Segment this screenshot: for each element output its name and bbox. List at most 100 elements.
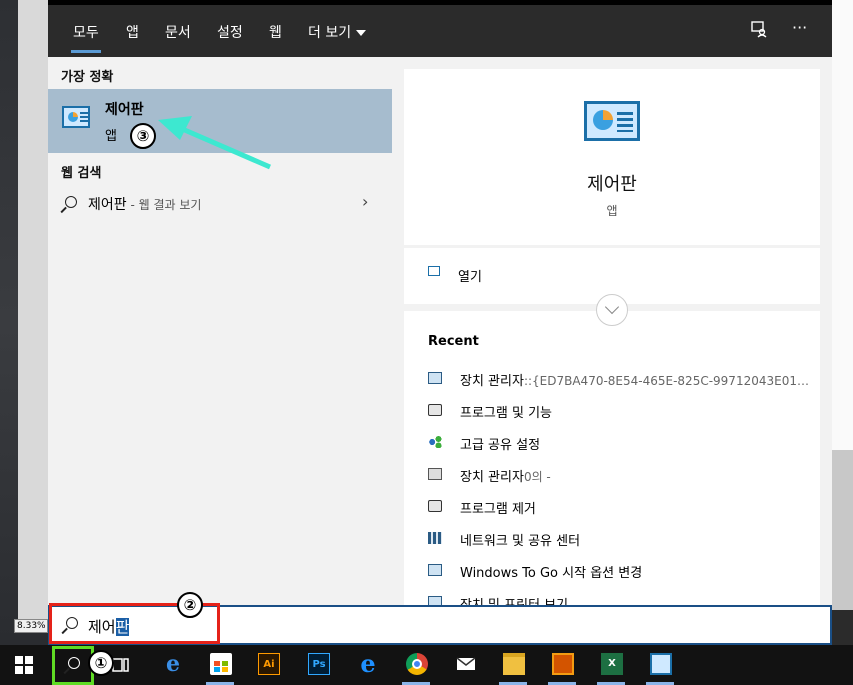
mail-taskbar-button[interactable]: [441, 645, 489, 685]
recent-item-label: 장치 및 프린터 보기: [460, 594, 568, 605]
device-manager-icon: [428, 372, 442, 384]
recent-item-label: 장치 관리자: [460, 470, 524, 485]
bars-shape: [617, 112, 633, 132]
illustrator-taskbar-button[interactable]: Ai: [244, 645, 292, 685]
recent-item-text: 장치 관리자::{ED7BA470-8E54-465E-825C-9971204…: [460, 370, 809, 389]
background-window: [832, 0, 853, 450]
edge-icon: e: [166, 651, 180, 677]
step-2-badge: ②: [177, 592, 203, 618]
recent-item[interactable]: Windows To Go 시작 옵션 변경: [428, 560, 818, 582]
recent-item-detail: 0의 -: [523, 470, 551, 484]
tab-web[interactable]: 웹: [269, 22, 282, 42]
tab-more-label: 더 보기: [308, 25, 352, 41]
recent-item[interactable]: 네트워크 및 공유 센터: [428, 528, 818, 550]
excel-taskbar-button[interactable]: X: [587, 645, 635, 685]
recent-item[interactable]: 프로그램 제거: [428, 496, 818, 518]
detail-subtitle: 앱: [606, 204, 618, 218]
search-input[interactable]: 제어판: [88, 616, 130, 637]
recent-item-text: 장치 관리자0의 -: [460, 466, 551, 485]
recent-list: Recent 장치 관리자::{ED7BA470-8E54-465E-825C-…: [404, 311, 820, 605]
expand-chevron-button[interactable]: [596, 294, 628, 326]
control-panel-icon: [650, 653, 672, 675]
folder-icon: [503, 653, 525, 675]
taskbar: e Ai Ps e X: [0, 645, 853, 685]
pie-shape: [593, 110, 613, 130]
photoshop-taskbar-button[interactable]: Ps: [294, 645, 342, 685]
photoshop-icon: Ps: [308, 653, 330, 675]
recent-item-label: 고급 공유 설정: [460, 438, 541, 453]
open-icon: [428, 266, 440, 276]
search-menu: 모두 앱 문서 설정 웹 더 보기 ··· 가장 정확 제어판 앱 웹 검색 제…: [48, 5, 832, 605]
desktop-background-left: 8.33%: [0, 0, 48, 645]
pie-shape: [68, 112, 78, 122]
tab-all[interactable]: 모두: [71, 22, 101, 53]
step-3-badge: ③: [130, 123, 156, 149]
start-button[interactable]: [0, 645, 48, 685]
control-panel-icon: [62, 106, 90, 128]
search-tabs-bar: 모두 앱 문서 설정 웹 더 보기 ···: [48, 5, 832, 57]
control-panel-large-icon: [584, 101, 640, 141]
search-typed-text: 제어: [88, 618, 116, 636]
desktop-background-right: [832, 0, 853, 645]
search-box[interactable]: 제어판: [48, 605, 832, 645]
internet-explorer-icon: e: [360, 649, 376, 678]
recent-item[interactable]: 장치 관리자0의 -: [428, 464, 818, 486]
recent-item[interactable]: 프로그램 및 기능: [428, 400, 818, 422]
recent-item[interactable]: 고급 공유 설정: [428, 432, 818, 454]
recent-item-label: 프로그램 제거: [460, 502, 536, 517]
tab-settings[interactable]: 설정: [217, 22, 243, 42]
tab-documents[interactable]: 문서: [165, 22, 191, 42]
edge-taskbar-button[interactable]: e: [148, 645, 196, 685]
recent-item-label: 프로그램 및 기능: [460, 406, 552, 421]
chrome-taskbar-button[interactable]: [392, 645, 440, 685]
recent-item[interactable]: 장치 및 프린터 보기: [428, 592, 818, 605]
programs-icon: [428, 500, 442, 512]
slideshow-icon: [552, 653, 574, 675]
windows-logo-icon: [15, 656, 33, 674]
windows-to-go-icon: [428, 564, 442, 576]
recent-heading: Recent: [428, 334, 479, 349]
file-explorer-taskbar-button[interactable]: [489, 645, 537, 685]
control-panel-taskbar-button[interactable]: [636, 645, 684, 685]
search-icon: [68, 657, 80, 669]
mail-icon: [456, 657, 476, 670]
store-taskbar-button[interactable]: [196, 645, 244, 685]
chevron-right-icon[interactable]: ›: [362, 192, 368, 211]
chevron-down-icon: [356, 30, 367, 36]
search-icon: [66, 617, 78, 629]
recent-item-label: 네트워크 및 공유 센터: [460, 534, 581, 549]
zoom-indicator: 8.33%: [14, 619, 48, 633]
best-match-heading: 가장 정확: [61, 70, 114, 85]
bars-shape: [80, 112, 88, 122]
devices-printers-icon: [428, 596, 442, 605]
recent-item-detail: ::{ED7BA470-8E54-465E-825C-99712043E01…: [523, 374, 809, 388]
more-options-icon[interactable]: ···: [792, 18, 807, 37]
best-match-item[interactable]: 제어판 앱: [48, 89, 392, 153]
step-1-badge: ①: [88, 650, 114, 676]
best-match-title: 제어판: [105, 102, 144, 118]
web-search-result[interactable]: 제어판 - 웹 결과 보기 ›: [48, 187, 392, 219]
search-selected-text: 판: [115, 618, 130, 636]
programs-icon: [428, 404, 442, 416]
store-glyph: [214, 661, 228, 672]
best-match-subtitle: 앱: [105, 129, 117, 144]
detail-panel: 제어판 앱: [404, 69, 820, 245]
feedback-icon[interactable]: [750, 20, 768, 42]
slideshow-taskbar-button[interactable]: [538, 645, 586, 685]
excel-icon: X: [601, 653, 623, 675]
store-icon: [210, 653, 232, 675]
web-search-heading: 웹 검색: [61, 166, 102, 181]
chrome-center: [412, 659, 422, 669]
network-icon: [428, 532, 442, 544]
recent-item-label: 장치 관리자: [460, 374, 524, 389]
background-strip: [832, 610, 853, 645]
recent-item[interactable]: 장치 관리자::{ED7BA470-8E54-465E-825C-9971204…: [428, 368, 818, 390]
device-tree-icon: [428, 468, 442, 480]
internet-explorer-taskbar-button[interactable]: e: [343, 645, 391, 685]
background-document: [18, 0, 48, 630]
tab-apps[interactable]: 앱: [126, 22, 139, 42]
tab-more[interactable]: 더 보기: [308, 22, 367, 42]
open-label: 열기: [458, 270, 482, 285]
chrome-icon: [406, 653, 428, 675]
sharing-icon: [428, 436, 442, 448]
